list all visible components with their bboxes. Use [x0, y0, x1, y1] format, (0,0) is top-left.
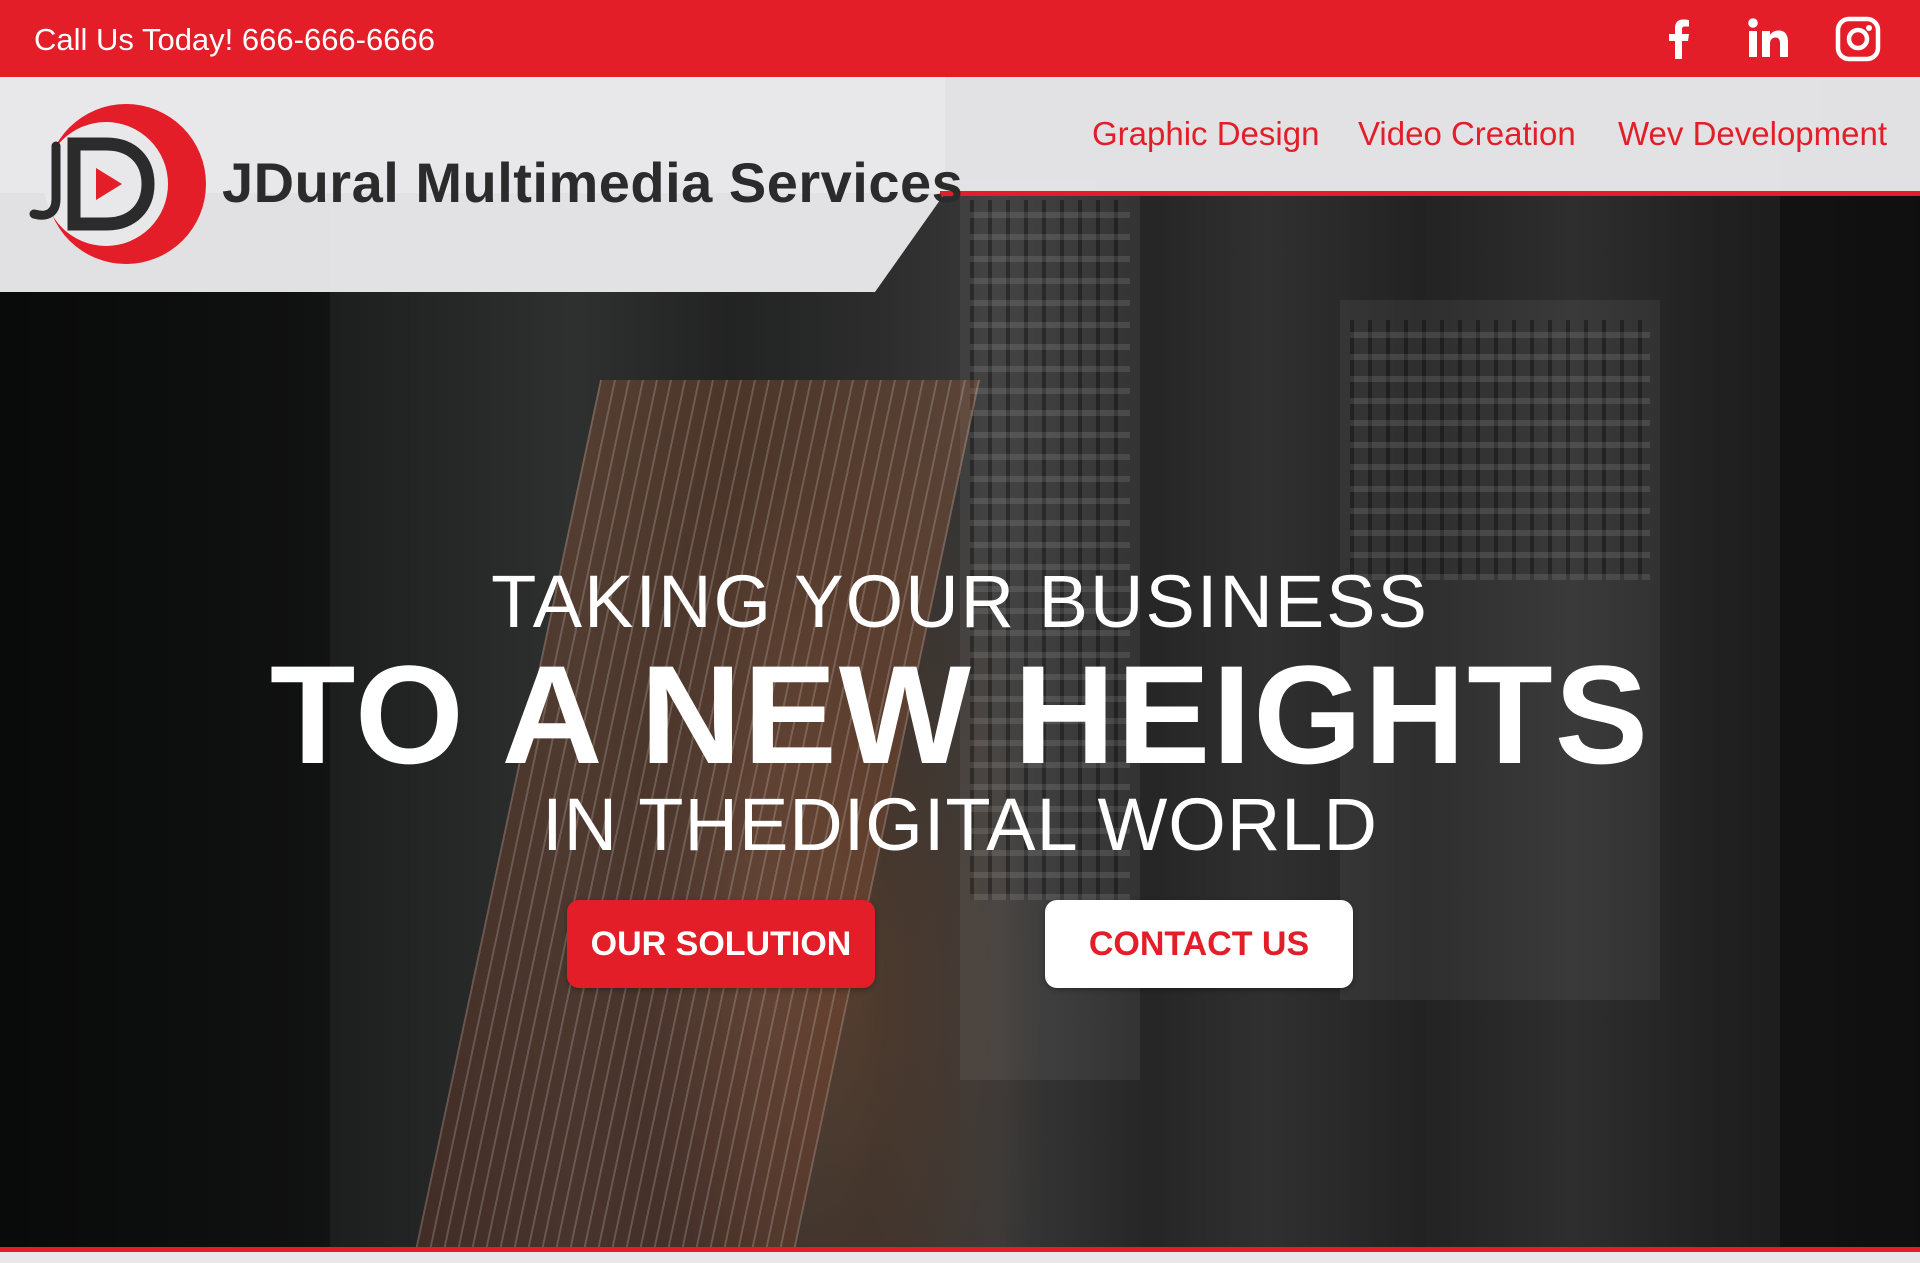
facebook-icon-glyph [1669, 19, 1689, 59]
instagram-icon[interactable] [1833, 14, 1883, 64]
contact-us-button[interactable]: CONTACT US [1045, 900, 1353, 988]
hero-headline-line1: TAKING YOUR BUSINESS [491, 560, 1429, 643]
facebook-icon[interactable] [1655, 14, 1705, 64]
header-accent-line [940, 191, 1920, 196]
top-bar: Call Us Today! 666-666-6666 [0, 0, 1920, 77]
hero-headline-line3: IN THEDIGITAL WORLD [542, 783, 1378, 866]
our-solution-button[interactable]: OUR SOLUTION [567, 900, 875, 988]
logo[interactable] [26, 104, 206, 264]
hero-headline-line2: TO A NEW HEIGHTS [269, 636, 1651, 793]
brand-name[interactable]: JDural Multimedia Services [222, 152, 963, 214]
linkedin-icon-glyph [1748, 18, 1788, 57]
nav-graphic-design[interactable]: Graphic Design [1092, 114, 1319, 154]
nav-web-development[interactable]: Wev Development [1618, 114, 1887, 154]
linkedin-icon[interactable] [1744, 14, 1794, 64]
building-windows [1350, 320, 1650, 580]
instagram-icon-glyph [1835, 16, 1881, 62]
phone-text: Call Us Today! 666-666-6666 [34, 22, 435, 57]
bottom-accent-line [0, 1247, 1920, 1263]
logo-emblem [29, 104, 206, 264]
nav-video-creation[interactable]: Video Creation [1358, 114, 1576, 154]
